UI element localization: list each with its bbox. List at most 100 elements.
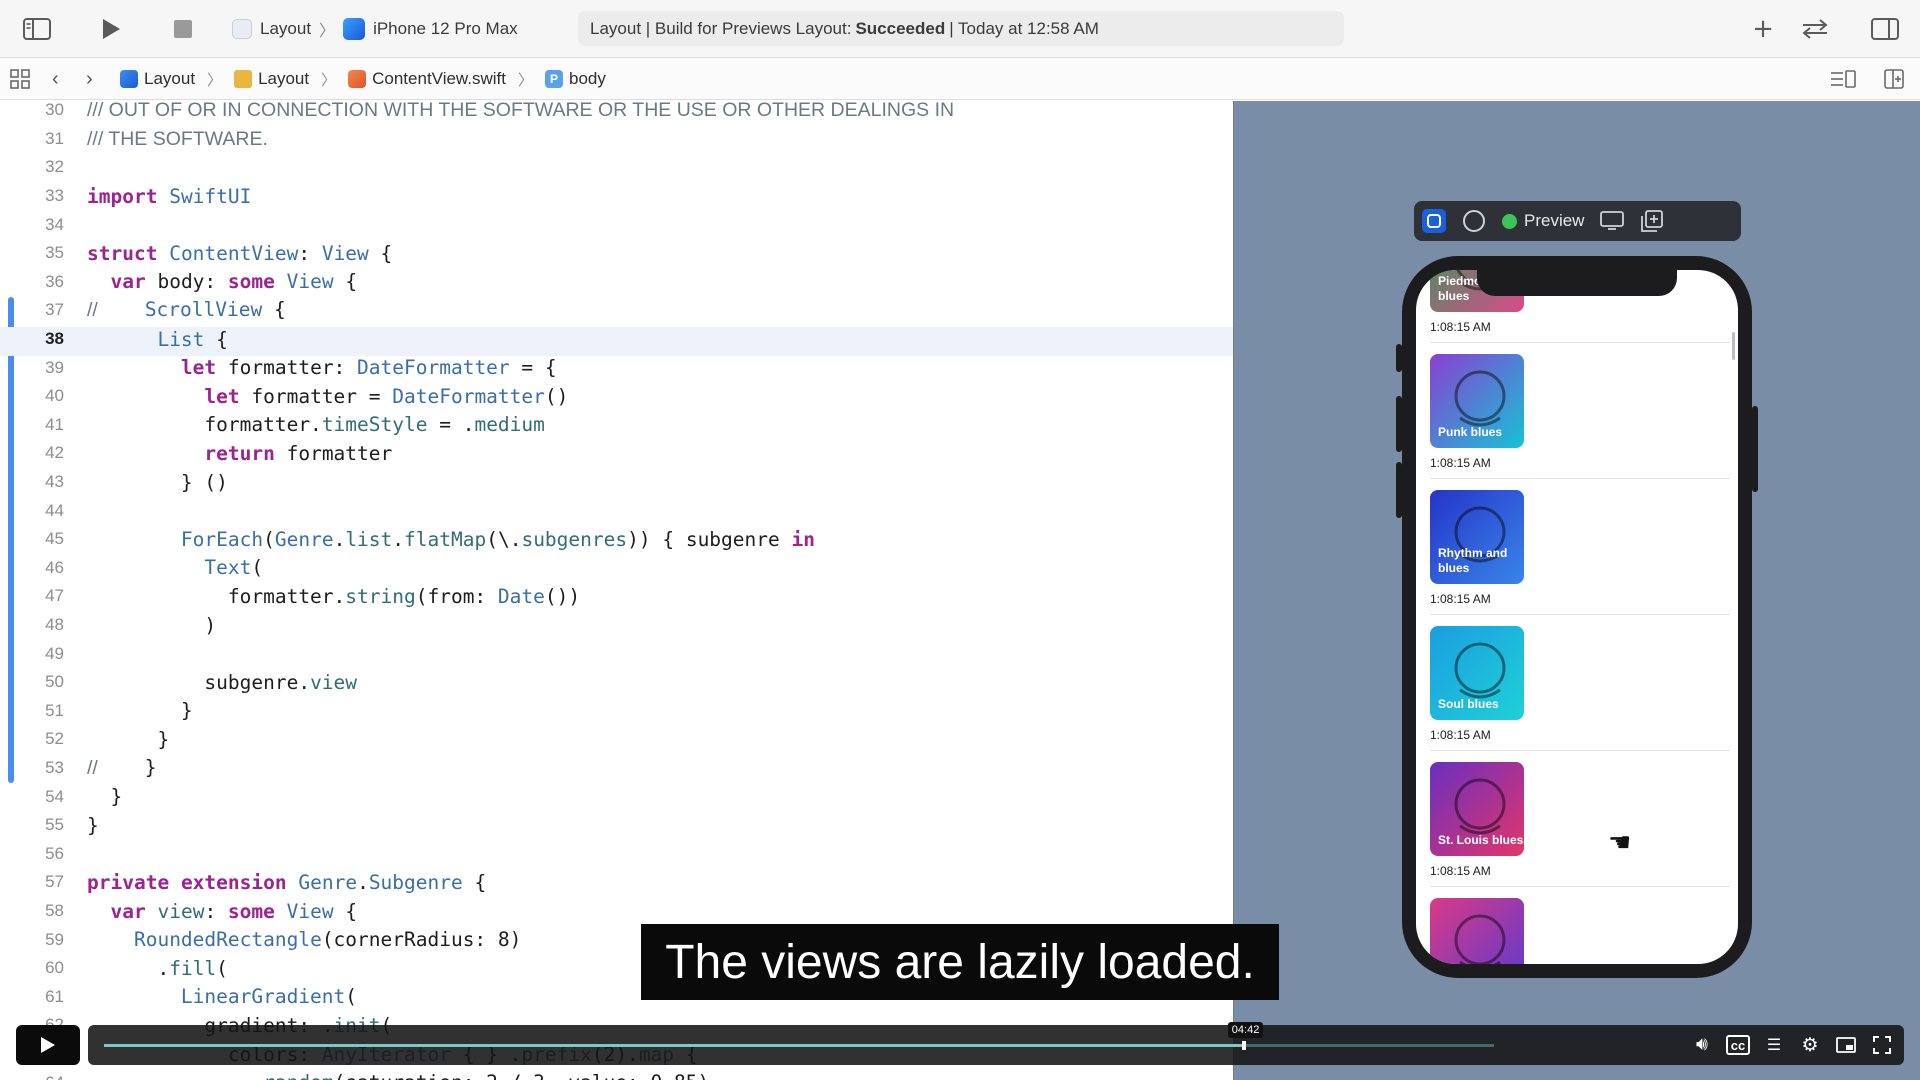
closed-captions-icon[interactable]: cc	[1726, 1035, 1750, 1055]
video-progress-knob[interactable]	[1241, 1041, 1246, 1050]
breadcrumb-project[interactable]: Layout	[144, 69, 195, 89]
duplicate-preview-icon[interactable]	[1640, 209, 1664, 233]
timestamp-text: 1:08:15 AM	[1430, 592, 1491, 606]
line-number: 33	[45, 186, 64, 206]
forward-icon[interactable]: ›	[86, 58, 93, 100]
stop-icon[interactable]	[168, 14, 198, 44]
code-line[interactable]: 45 ForEach(Genre.list.flatMap(\.subgenre…	[0, 525, 815, 554]
editor-options-icon[interactable]	[1830, 58, 1856, 100]
code-line[interactable]: 36 var body: some View {	[0, 268, 357, 297]
line-number: 49	[45, 643, 64, 663]
code-line[interactable]: 33 import SwiftUI	[0, 182, 251, 211]
list-item[interactable]: Punk blues 1:08:15 AM	[1430, 354, 1730, 490]
code-line[interactable]: 42 return formatter	[0, 439, 392, 468]
subgenre-name: Punk blues	[1438, 425, 1503, 439]
code-text: formatter.string(from: Date())	[87, 584, 581, 608]
code-line[interactable]: 44	[0, 496, 87, 525]
scroll-indicator	[1732, 332, 1735, 360]
code-line[interactable]: 38 List {	[0, 325, 228, 354]
code-line[interactable]: 50 subgenre.view	[0, 668, 357, 697]
code-text: var view: some View {	[110, 899, 358, 923]
device-settings-icon[interactable]	[1600, 209, 1625, 233]
swift-file-icon	[348, 70, 367, 88]
list-item[interactable]	[1430, 898, 1730, 964]
code-text: RoundedRectangle(cornerRadius: 8)	[133, 928, 522, 952]
code-review-icon[interactable]	[1800, 14, 1830, 44]
code-text: )	[87, 613, 217, 637]
code-line[interactable]: 56	[0, 840, 87, 869]
add-editor-icon[interactable]	[1884, 58, 1904, 100]
code-line[interactable]: 51 }	[0, 697, 193, 726]
code-line[interactable]: 59 RoundedRectangle(cornerRadius: 8)	[0, 925, 521, 954]
code-text: struct ContentView: View {	[87, 241, 393, 265]
code-line[interactable]: 48 )	[0, 611, 216, 640]
code-text: subgenre.view	[87, 670, 358, 694]
add-library-icon[interactable]: +	[1748, 14, 1778, 44]
list-item[interactable]: St. Louis blues 1:08:15 AM	[1430, 762, 1730, 898]
code-line[interactable]: 43 } ()	[0, 468, 228, 497]
code-line[interactable]: 39 let formatter: DateFormatter = {	[0, 353, 557, 382]
fullscreen-icon[interactable]	[1870, 1031, 1894, 1059]
code-line[interactable]: 30 /// OUT OF OR IN CONNECTION WITH THE S…	[0, 101, 954, 125]
list-item[interactable]: Rhythm and blues 1:08:15 AM	[1430, 490, 1730, 626]
scheme-selector[interactable]: Layout 〉 iPhone 12 Pro Max	[232, 14, 518, 44]
code-line[interactable]: 40 let formatter = DateFormatter()	[0, 382, 568, 411]
code-line[interactable]: 53 // }	[0, 754, 157, 783]
preview-screen[interactable]: Piedmont blues 1:08:15 AM Punk blues 1:08:1…	[1416, 270, 1738, 964]
activity-suffix: | Today at 12:58 AM	[949, 18, 1099, 38]
code-line[interactable]: 54 }	[0, 782, 122, 811]
code-line[interactable]: 55}	[0, 811, 99, 840]
code-line[interactable]: 60 .fill(	[0, 954, 228, 983]
app-target-icon	[232, 19, 252, 39]
video-play-button[interactable]	[16, 1025, 80, 1065]
code-line[interactable]: 32	[0, 153, 87, 182]
video-progress-fill	[104, 1044, 1244, 1047]
transcript-icon[interactable]: ☰	[1762, 1031, 1786, 1059]
code-line[interactable]: 58 var view: some View {	[0, 897, 357, 926]
code-text: // }	[87, 756, 157, 780]
subgenre-tile: Soul blues	[1430, 626, 1524, 720]
run-icon[interactable]	[96, 14, 126, 44]
code-line[interactable]: 37 // ScrollView {	[0, 296, 286, 325]
code-line[interactable]: 61 LinearGradient(	[0, 983, 357, 1012]
code-line[interactable]: 64 .random(saturation: 2 / 3, value: 0.8…	[0, 1068, 709, 1080]
video-progress-track[interactable]: 04:42	[104, 1022, 1494, 1050]
settings-gear-icon[interactable]: ⚙	[1798, 1031, 1822, 1059]
line-number: 50	[45, 672, 64, 692]
video-control-icons: 🔊︎ cc ☰ ⚙	[1690, 1031, 1894, 1059]
subgenre-tile	[1430, 898, 1524, 964]
code-line[interactable]: 57 private extension Genre.Subgenre {	[0, 868, 486, 897]
related-items-icon[interactable]	[10, 58, 30, 100]
line-number: 57	[45, 872, 64, 892]
line-number: 64	[0, 1073, 64, 1080]
code-line[interactable]: 52 }	[0, 725, 169, 754]
breadcrumb-file[interactable]: ContentView.swift	[372, 69, 506, 89]
live-preview-icon[interactable]	[1422, 209, 1446, 233]
line-number: 43	[45, 472, 64, 492]
breadcrumb-symbol[interactable]: body	[569, 69, 606, 89]
code-line[interactable]: 41 formatter.timeStyle = .medium	[0, 411, 545, 440]
code-line[interactable]: 31 /// THE SOFTWARE.	[0, 125, 268, 154]
selectable-icon[interactable]	[1462, 209, 1486, 233]
preview-mode-button[interactable]: Preview	[1502, 211, 1584, 231]
code-text: private extension Genre.Subgenre {	[87, 870, 487, 894]
code-line[interactable]: 46 Text(	[0, 554, 263, 583]
volume-icon[interactable]: 🔊︎	[1690, 1031, 1714, 1059]
back-icon[interactable]: ‹	[52, 58, 59, 100]
line-number: 51	[45, 700, 64, 720]
breadcrumb-group[interactable]: Layout	[258, 69, 309, 89]
code-line[interactable]: 35 struct ContentView: View {	[0, 239, 392, 268]
line-number: 35	[45, 243, 64, 263]
inspector-toggle-icon[interactable]	[1870, 14, 1900, 44]
navigator-toggle-icon[interactable]	[22, 14, 52, 44]
code-line[interactable]: 34	[0, 210, 87, 239]
list-item[interactable]: Soul blues 1:08:15 AM	[1430, 626, 1730, 762]
jump-bar: ‹ › Layout 〉 Layout 〉 ContentView.swift …	[0, 58, 1920, 100]
line-number: 31	[45, 128, 64, 148]
code-line[interactable]: 47 formatter.string(from: Date())	[0, 582, 580, 611]
picture-in-picture-icon[interactable]	[1834, 1031, 1858, 1059]
code-text: LinearGradient(	[180, 985, 358, 1009]
code-line[interactable]: 49	[0, 639, 87, 668]
code-text: import SwiftUI	[87, 184, 252, 208]
code-text: List {	[157, 327, 228, 351]
